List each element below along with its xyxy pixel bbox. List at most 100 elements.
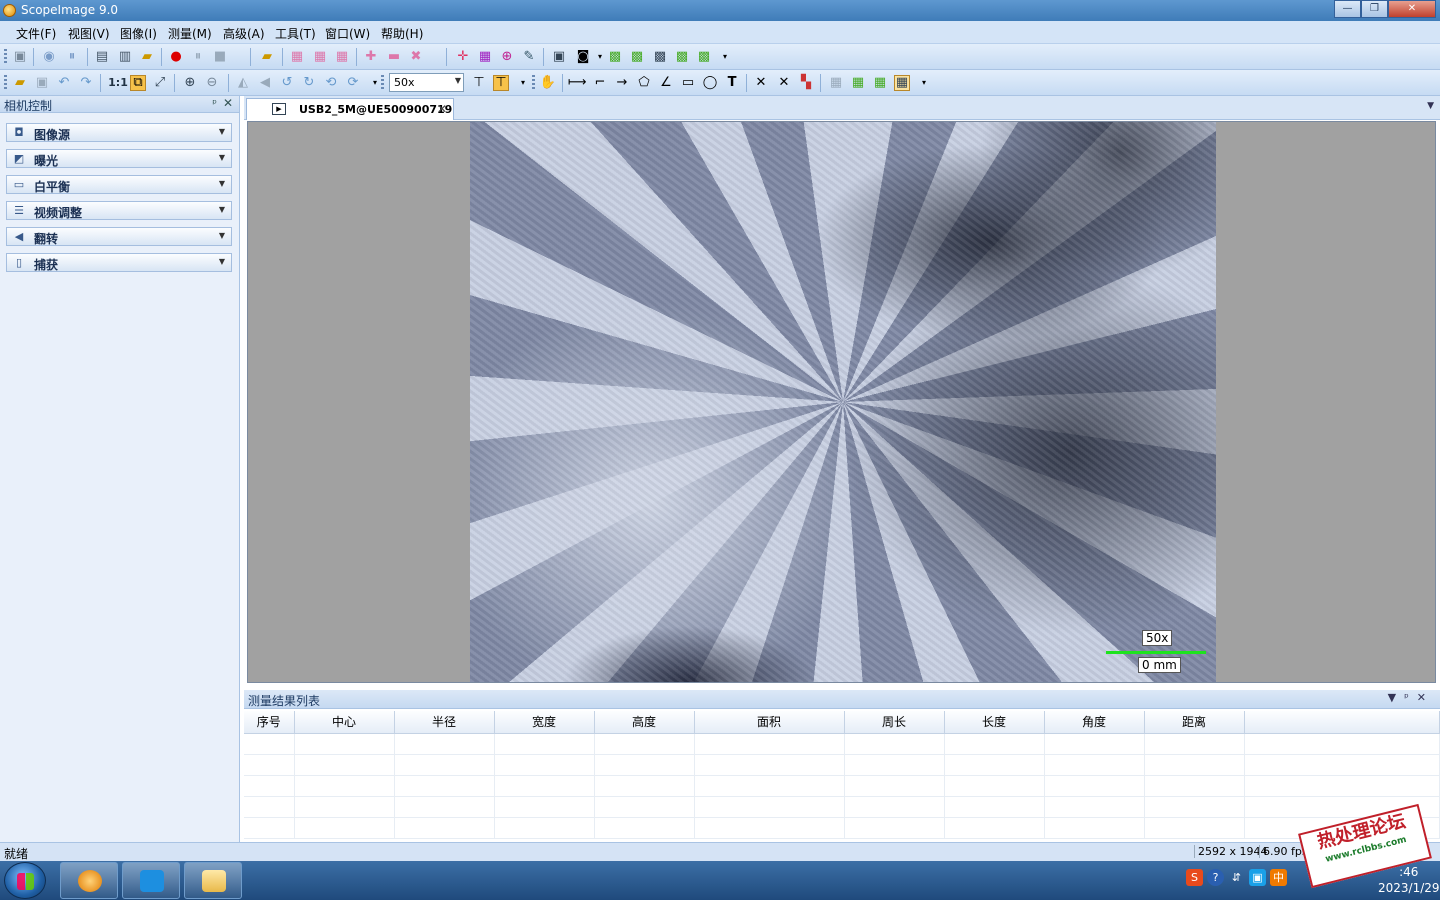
- panel-item-image-source[interactable]: ◘ 图像源 ▼: [6, 123, 232, 142]
- delete-all-icon[interactable]: ✕: [776, 75, 792, 91]
- column-header-distance[interactable]: 距离: [1144, 711, 1245, 734]
- panel-controls[interactable]: ▼ᵖ✕: [1388, 691, 1434, 704]
- table-row[interactable]: [244, 733, 1440, 755]
- filter-icon[interactable]: ▩: [607, 49, 623, 65]
- taskbar-app-explorer[interactable]: [184, 862, 242, 899]
- help-icon[interactable]: ?: [1207, 869, 1224, 886]
- table-row[interactable]: [244, 817, 1440, 839]
- image-mode-dropdown-icon[interactable]: ▾: [592, 49, 608, 65]
- rotate-right-icon[interactable]: ↻: [301, 75, 317, 91]
- toolbar-grip[interactable]: [532, 75, 535, 91]
- close-button[interactable]: ✕: [1388, 0, 1436, 18]
- text-tool-icon[interactable]: T: [724, 75, 740, 91]
- close-icon[interactable]: ✕: [223, 96, 233, 110]
- polyline-icon[interactable]: ⌐: [592, 75, 608, 91]
- layer-icon[interactable]: ▦: [828, 75, 844, 91]
- tab-list-icon[interactable]: ▼: [1427, 101, 1434, 111]
- panel-item-white-balance[interactable]: ▭ 白平衡 ▼: [6, 175, 232, 194]
- open-folder-icon[interactable]: ▰: [139, 49, 155, 65]
- menu-advanced[interactable]: 高级(A): [223, 25, 265, 42]
- color-picker-icon[interactable]: ✎: [521, 49, 537, 65]
- camera-icon[interactable]: ▣: [12, 49, 28, 65]
- merge-icon[interactable]: ✚: [363, 49, 379, 65]
- image-mul-icon[interactable]: ▦: [334, 49, 350, 65]
- column-header-angle[interactable]: 角度: [1044, 711, 1145, 734]
- multi-snapshot-icon[interactable]: ▥: [117, 49, 133, 65]
- panel-item-video-adjust[interactable]: ☰ 视频调整 ▼: [6, 201, 232, 220]
- panel-item-flip[interactable]: ◀ 翻转 ▼: [6, 227, 232, 246]
- enhance-icon[interactable]: ▩: [674, 49, 690, 65]
- menu-window[interactable]: 窗口(W): [325, 25, 370, 42]
- close-tab-icon[interactable]: ✕: [437, 102, 447, 116]
- taskbar-app-video[interactable]: [122, 862, 180, 899]
- toolbar-overflow-icon[interactable]: ▾: [515, 75, 531, 91]
- layer-add-icon[interactable]: ▦: [850, 75, 866, 91]
- menu-tools[interactable]: 工具(T): [275, 25, 316, 42]
- column-header-area[interactable]: 面积: [694, 711, 845, 734]
- layer-copy-icon[interactable]: ▦: [872, 75, 888, 91]
- flip-horizontal-icon[interactable]: ◀: [257, 75, 273, 91]
- toolbar-grip[interactable]: [4, 49, 7, 65]
- redo-icon[interactable]: ↷: [78, 75, 94, 91]
- arrow-icon[interactable]: →: [614, 75, 630, 91]
- edf-icon[interactable]: ✖: [408, 49, 424, 65]
- panel-item-capture[interactable]: ▯ 捕获 ▼: [6, 253, 232, 272]
- actual-size-button[interactable]: 1:1: [107, 75, 129, 91]
- zoom-out-icon[interactable]: ⊖: [204, 75, 220, 91]
- image-sub-icon[interactable]: ▦: [312, 49, 328, 65]
- batch-folder-icon[interactable]: ▰: [259, 49, 275, 65]
- stop-icon[interactable]: ■: [212, 49, 228, 65]
- enhance2-icon[interactable]: ▩: [696, 49, 712, 65]
- pause-icon[interactable]: ⏸: [64, 49, 80, 65]
- column-header-perimeter[interactable]: 周长: [844, 711, 945, 734]
- table-icon[interactable]: ▦: [894, 75, 910, 91]
- toolbar-overflow-icon[interactable]: ▾: [717, 49, 733, 65]
- column-header-length[interactable]: 长度: [944, 711, 1045, 734]
- column-header-height[interactable]: 高度: [594, 711, 695, 734]
- start-button[interactable]: [4, 862, 46, 899]
- column-header-index[interactable]: 序号: [244, 711, 295, 734]
- flip-vertical-icon[interactable]: ◭: [235, 75, 251, 91]
- rotate-left-icon[interactable]: ↺: [279, 75, 295, 91]
- microscope-image[interactable]: 50x 0 mm: [470, 122, 1216, 682]
- sogou-input-icon[interactable]: S: [1186, 869, 1203, 886]
- filter-green-icon[interactable]: ▩: [629, 49, 645, 65]
- table-row[interactable]: [244, 754, 1440, 776]
- rotate-180-icon[interactable]: ⟲: [323, 75, 339, 91]
- angle-icon[interactable]: ∠: [658, 75, 674, 91]
- filter-bw-icon[interactable]: ▩: [652, 49, 668, 65]
- ime-icon[interactable]: 中: [1270, 869, 1287, 886]
- maximize-button[interactable]: ❐: [1361, 0, 1388, 18]
- delete-icon[interactable]: ✕: [753, 75, 769, 91]
- toolbar-overflow-icon[interactable]: ▾: [916, 75, 932, 91]
- menu-image[interactable]: 图像(I): [120, 25, 157, 42]
- menu-view[interactable]: 视图(V): [68, 25, 110, 42]
- meeting-icon[interactable]: ▣: [1249, 869, 1266, 886]
- panel-item-exposure[interactable]: ◩ 曝光 ▼: [6, 149, 232, 168]
- zoom-in-icon[interactable]: ⊕: [182, 75, 198, 91]
- save-icon[interactable]: ▣: [34, 75, 50, 91]
- menu-file[interactable]: 文件(F): [16, 25, 56, 42]
- stitch-icon[interactable]: ▬: [386, 49, 402, 65]
- image-mode-icon[interactable]: ◙: [575, 49, 591, 65]
- rectangle-icon[interactable]: ▭: [680, 75, 696, 91]
- column-header-center[interactable]: 中心: [294, 711, 395, 734]
- polygon-icon[interactable]: ⬠: [636, 75, 652, 91]
- zoom-select[interactable]: 50x ▼: [389, 73, 464, 92]
- network-icon[interactable]: ⇵: [1228, 869, 1245, 886]
- record-icon[interactable]: ●: [168, 49, 184, 65]
- scale-bar-line[interactable]: [1106, 651, 1206, 654]
- fit-window-icon[interactable]: ⧉: [130, 75, 146, 91]
- circle-icon[interactable]: ◯: [702, 75, 718, 91]
- open-icon[interactable]: ▰: [12, 75, 28, 91]
- menu-help[interactable]: 帮助(H): [381, 25, 423, 42]
- target-icon[interactable]: ⊕: [499, 49, 515, 65]
- scale-bar-icon[interactable]: ⊤: [493, 75, 509, 91]
- column-header-radius[interactable]: 半径: [394, 711, 495, 734]
- rotate-custom-icon[interactable]: ⟳: [345, 75, 361, 91]
- pin-icon[interactable]: ᵖ: [212, 97, 217, 110]
- grid-icon[interactable]: ▦: [477, 49, 493, 65]
- play-icon[interactable]: ◉: [41, 49, 57, 65]
- image-viewer[interactable]: 50x 0 mm: [247, 121, 1436, 683]
- line-icon[interactable]: ⟼: [568, 75, 587, 91]
